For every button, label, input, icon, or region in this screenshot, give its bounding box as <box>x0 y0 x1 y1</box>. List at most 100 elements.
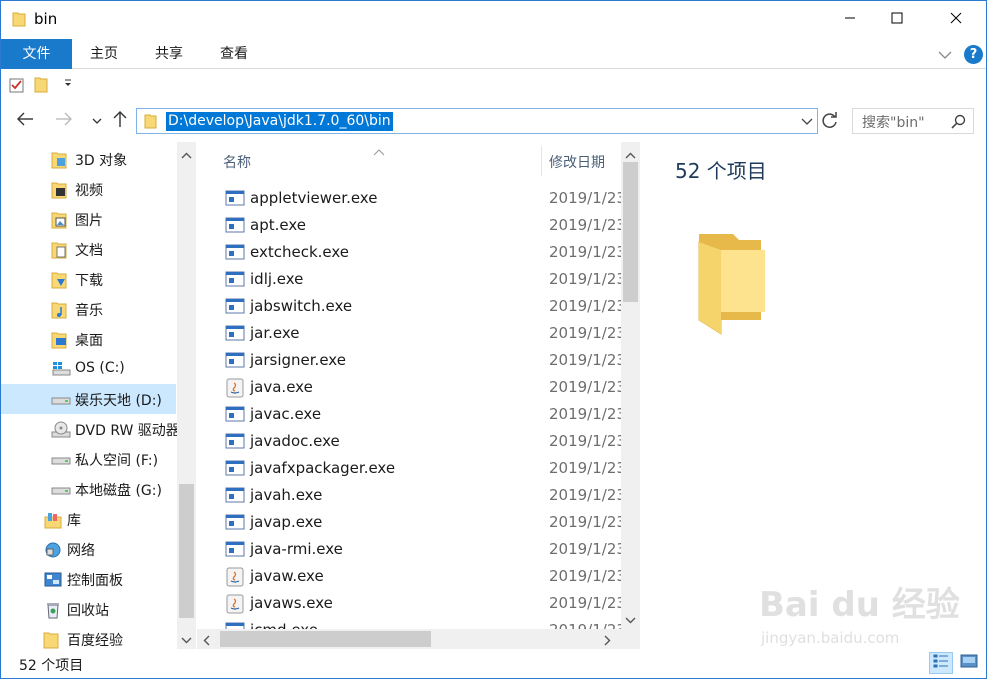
up-button[interactable] <box>109 110 131 132</box>
exe-icon <box>225 351 245 369</box>
sidebar-item[interactable]: 网络 <box>1 534 176 564</box>
file-list-horizontal-scrollbar[interactable] <box>197 629 621 649</box>
details-view-icon <box>933 654 949 672</box>
dvd-drive-icon <box>51 421 71 439</box>
exe-icon <box>225 459 245 477</box>
sidebar-item[interactable]: 文档 <box>1 234 176 264</box>
arrow-right-icon <box>55 112 73 130</box>
sidebar-item[interactable]: 3D 对象 <box>1 144 176 174</box>
sidebar-item[interactable]: 娱乐天地 (D:) <box>1 384 176 414</box>
sidebar-item[interactable]: 音乐 <box>1 294 176 324</box>
control-panel-icon <box>43 571 62 589</box>
sidebar-item[interactable]: 百度经验 <box>1 624 176 649</box>
navigation-pane-scrollbar[interactable] <box>177 142 196 649</box>
expand-ribbon-icon[interactable] <box>938 48 952 64</box>
java-icon <box>225 594 245 614</box>
address-path[interactable]: D:\develop\Java\jdk1.7.0_60\bin <box>166 112 393 131</box>
drive-icon <box>51 391 71 409</box>
exe-icon <box>225 270 245 288</box>
java-icon <box>225 567 245 587</box>
minimize-button[interactable] <box>827 1 873 39</box>
file-row[interactable]: javac.exe 2019/1/23 <box>197 401 621 428</box>
sidebar-item[interactable]: 回收站 <box>1 594 176 624</box>
file-row[interactable]: javadoc.exe 2019/1/23 <box>197 428 621 455</box>
customize-toolbar-icon[interactable] <box>63 78 73 91</box>
file-row[interactable]: javah.exe 2019/1/23 <box>197 482 621 509</box>
item-count-heading: 52 个项目 <box>675 159 767 183</box>
new-folder-icon[interactable] <box>34 76 48 97</box>
file-name: javaws.exe <box>250 594 333 612</box>
sidebar-item[interactable]: 控制面板 <box>1 564 176 594</box>
sidebar-item[interactable]: DVD RW 驱动器 <box>1 414 180 444</box>
file-row[interactable]: javaws.exe 2019/1/23 <box>197 590 621 617</box>
sidebar-item[interactable]: OS (C:) <box>1 354 176 384</box>
file-list-vertical-scrollbar[interactable] <box>621 142 640 629</box>
file-date: 2019/1/23 <box>549 378 621 396</box>
forward-button[interactable] <box>53 110 75 132</box>
explorer-window: bin 文件 主页 共享 查看 ? D:\develop\Java\jdk1.7… <box>0 0 987 679</box>
sidebar-item[interactable]: 库 <box>1 504 176 534</box>
file-row[interactable]: javaw.exe 2019/1/23 <box>197 563 621 590</box>
scrollbar-thumb[interactable] <box>220 631 431 647</box>
file-row[interactable]: jabswitch.exe 2019/1/23 <box>197 293 621 320</box>
sidebar-item[interactable]: 私人空间 (F:) <box>1 444 176 474</box>
scroll-down-icon[interactable] <box>181 632 192 648</box>
tab-file[interactable]: 文件 <box>1 39 72 69</box>
file-name: jcmd.exe <box>250 621 318 629</box>
file-date: 2019/1/23 <box>549 540 621 558</box>
tab-share[interactable]: 共享 <box>146 39 192 69</box>
file-list: 名称 修改日期 appletviewer.exe 2019/1/23 apt.exe… <box>197 142 621 629</box>
sidebar-item[interactable]: 视频 <box>1 174 176 204</box>
close-button[interactable] <box>933 1 979 39</box>
sidebar-item[interactable]: 下载 <box>1 264 176 294</box>
scrollbar-thumb[interactable] <box>179 484 194 618</box>
search-input[interactable]: 搜索"bin" <box>852 108 974 134</box>
scroll-left-icon[interactable] <box>203 634 211 650</box>
help-icon[interactable]: ? <box>964 45 983 64</box>
column-divider[interactable] <box>541 146 542 176</box>
file-row[interactable]: jcmd.exe 2019/1/23 <box>197 617 621 629</box>
chevron-down-icon[interactable] <box>801 115 813 131</box>
sidebar-item[interactable]: 桌面 <box>1 324 176 354</box>
sidebar-item[interactable]: 图片 <box>1 204 176 234</box>
properties-icon[interactable] <box>9 77 25 97</box>
exe-icon <box>225 513 245 531</box>
exe-icon <box>225 189 245 207</box>
large-icons-view-button[interactable] <box>957 652 981 674</box>
sidebar-item[interactable]: 本地磁盘 (G:) <box>1 474 176 504</box>
exe-icon <box>225 297 245 315</box>
scrollbar-thumb[interactable] <box>623 162 638 302</box>
exe-icon <box>225 243 245 261</box>
navigation-bar: D:\develop\Java\jdk1.7.0_60\bin 搜索"bin" <box>1 100 986 142</box>
column-name[interactable]: 名称 <box>223 152 251 172</box>
file-row[interactable]: jar.exe 2019/1/23 <box>197 320 621 347</box>
back-button[interactable] <box>14 110 36 132</box>
file-row[interactable]: javafxpackager.exe 2019/1/23 <box>197 455 621 482</box>
details-view-button[interactable] <box>929 652 953 674</box>
recent-locations-button[interactable] <box>86 110 108 132</box>
scroll-right-icon[interactable] <box>603 634 611 650</box>
file-row[interactable]: java-rmi.exe 2019/1/23 <box>197 536 621 563</box>
address-bar[interactable]: D:\develop\Java\jdk1.7.0_60\bin <box>136 108 818 134</box>
file-row[interactable]: apt.exe 2019/1/23 <box>197 212 621 239</box>
search-icon[interactable] <box>951 114 966 133</box>
file-row[interactable]: idlj.exe 2019/1/23 <box>197 266 621 293</box>
exe-icon <box>225 405 245 423</box>
file-name: java-rmi.exe <box>250 540 343 558</box>
file-date: 2019/1/23 <box>549 297 621 315</box>
file-row[interactable]: extcheck.exe 2019/1/23 <box>197 239 621 266</box>
tab-view[interactable]: 查看 <box>211 39 257 69</box>
file-name: jabswitch.exe <box>250 297 353 315</box>
file-row[interactable]: javap.exe 2019/1/23 <box>197 509 621 536</box>
file-row[interactable]: appletviewer.exe 2019/1/23 <box>197 185 621 212</box>
file-row[interactable]: java.exe 2019/1/23 <box>197 374 621 401</box>
file-row[interactable]: jarsigner.exe 2019/1/23 <box>197 347 621 374</box>
maximize-button[interactable] <box>874 1 920 39</box>
tab-home[interactable]: 主页 <box>81 39 127 69</box>
scroll-down-icon[interactable] <box>625 612 636 628</box>
title-bar: bin <box>1 1 986 39</box>
file-date: 2019/1/23 <box>549 513 621 531</box>
scroll-up-icon[interactable] <box>181 148 192 164</box>
column-date-modified[interactable]: 修改日期 <box>549 152 605 172</box>
refresh-icon[interactable] <box>820 111 840 131</box>
